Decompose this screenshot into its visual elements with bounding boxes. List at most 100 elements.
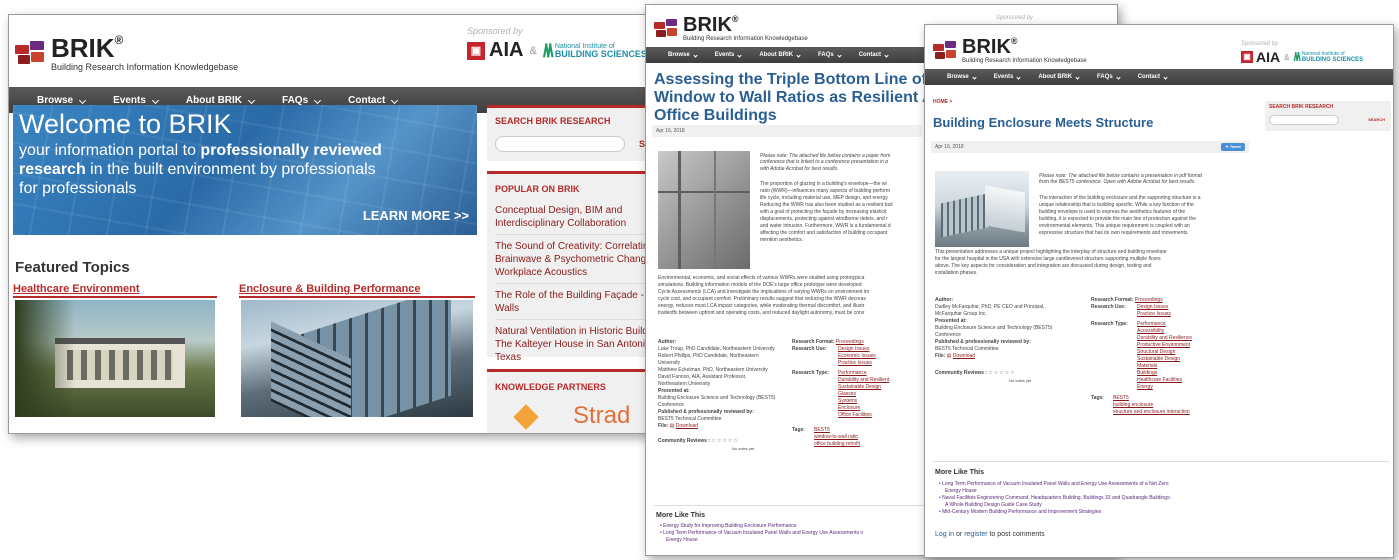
type-link[interactable]: Performance: [838, 370, 889, 377]
login-link[interactable]: Log in: [935, 531, 954, 538]
hero-banner[interactable]: Welcome to BRIK your information portal …: [13, 105, 477, 235]
twitter-bird-icon: ✦: [1225, 144, 1229, 149]
topic-enclosure[interactable]: Enclosure & Building Performance: [239, 283, 421, 295]
nav-faqs[interactable]: FAQs: [818, 52, 842, 58]
popular-item[interactable]: Conceptual Design, BIM and Interdisciplin…: [495, 204, 654, 235]
nav-faqs[interactable]: FAQs: [1097, 74, 1121, 80]
breadcrumb[interactable]: HOME >: [933, 99, 952, 105]
type-link[interactable]: Office Facilities: [838, 412, 889, 419]
tag-link[interactable]: BEST5: [1113, 395, 1190, 402]
more-item[interactable]: • Energy Study for Improving Building En…: [660, 523, 863, 530]
sponsor-logos[interactable]: ▣ AIA & /\/\ National Institute of BUILDI…: [1241, 49, 1363, 65]
more-item[interactable]: • Mid-Century Modern Building Performanc…: [939, 509, 1171, 516]
more-item[interactable]: • Long Term Performance of Vacuum Insula…: [939, 481, 1171, 488]
nav-about[interactable]: About BRIK: [186, 95, 256, 106]
star-rating-icon[interactable]: ☆☆☆☆☆: [988, 370, 1015, 376]
more-item[interactable]: • Long Term Performance of Vacuum Insula…: [660, 530, 863, 537]
type-link[interactable]: Accessibility: [1137, 328, 1192, 335]
more-item-cont[interactable]: A Whole Building Design Guide Case Study: [939, 502, 1171, 509]
tag-link[interactable]: structure and enclosure interaction: [1113, 409, 1190, 416]
nav-contact[interactable]: Contact: [1138, 74, 1168, 80]
tweet-button[interactable]: ✦ Tweet: [1221, 143, 1245, 151]
learn-more-button[interactable]: LEARN MORE >>: [363, 208, 469, 223]
type-link[interactable]: Productive Environment: [1137, 342, 1192, 349]
topic-healthcare[interactable]: Healthcare Environment: [13, 283, 140, 295]
nav-browse[interactable]: Browse: [37, 95, 87, 106]
nav-events[interactable]: Events: [994, 74, 1021, 80]
format-link[interactable]: Proceedings: [1135, 297, 1163, 303]
search-input[interactable]: [495, 136, 625, 152]
type-link[interactable]: Energy: [1137, 384, 1192, 391]
enclosure-photo[interactable]: [241, 300, 473, 417]
chevron-down-icon: [247, 96, 256, 104]
popular-item[interactable]: The Sound of Creativity: Correlatin Brain…: [495, 240, 654, 284]
sponsor-label: Sponsored by: [467, 26, 523, 36]
chevron-down-icon: [79, 96, 87, 104]
type-link[interactable]: Healthcare Facilities: [1137, 377, 1192, 384]
type-link[interactable]: Glasses: [838, 391, 889, 398]
brik-logo[interactable]: BRIK® Building Research Information Know…: [15, 35, 238, 72]
featured-topics-title: Featured Topics: [15, 259, 130, 276]
type-link[interactable]: Buildings: [1137, 370, 1192, 377]
type-link[interactable]: Sustainable Design: [1137, 356, 1192, 363]
nav-faqs[interactable]: FAQs: [282, 95, 322, 106]
article-photo[interactable]: [658, 151, 750, 269]
healthcare-photo[interactable]: [15, 300, 215, 417]
brik-logo[interactable]: BRIK® Building Research Information Know…: [933, 37, 1087, 64]
search-button[interactable]: SEARCH: [1368, 117, 1385, 122]
download-link[interactable]: Download: [953, 353, 975, 359]
nav-contact[interactable]: Contact: [348, 95, 399, 106]
star-rating-icon[interactable]: ☆☆☆☆☆: [711, 438, 738, 444]
more-item-cont[interactable]: Energy House: [660, 537, 863, 544]
chevron-down-icon: [796, 52, 801, 58]
article-photo[interactable]: [935, 171, 1029, 247]
register-link[interactable]: register: [964, 531, 987, 538]
more-item-cont[interactable]: Energy House: [939, 488, 1171, 495]
use-link[interactable]: Design Issues: [838, 346, 876, 353]
nav-events[interactable]: Events: [113, 95, 159, 106]
tag-link[interactable]: window-to-wall ratio: [814, 434, 860, 441]
download-link[interactable]: Download: [676, 423, 698, 429]
nav-browse[interactable]: Browse: [947, 74, 977, 80]
nibs-logo-icon: /\/\: [1293, 50, 1300, 64]
nav-contact[interactable]: Contact: [859, 52, 889, 58]
reviewed-label: Published & professionally reviewed by:: [658, 409, 754, 415]
use-link[interactable]: Design Issues: [1137, 304, 1171, 311]
brik-logo[interactable]: BRIK® Building Research Information Know…: [654, 15, 808, 42]
format-link[interactable]: Proceedings: [836, 339, 864, 345]
search-input[interactable]: [1269, 115, 1339, 125]
tag-link[interactable]: BEST5: [814, 427, 860, 434]
nav-about[interactable]: About BRIK: [759, 52, 801, 58]
nav-about[interactable]: About BRIK: [1038, 74, 1080, 80]
more-like-this-title: More Like This: [935, 469, 985, 476]
nibs-logo: /\/\ National Institute of BUILDING SCIEN…: [1293, 51, 1363, 63]
tag-link[interactable]: office building retrofit: [814, 441, 860, 448]
type-link[interactable]: Durability and Resilience: [1137, 335, 1192, 342]
nav-events[interactable]: Events: [715, 52, 742, 58]
chevron-down-icon: [1075, 74, 1080, 80]
tag-link[interactable]: building enclosure: [1113, 402, 1190, 409]
type-link[interactable]: Systems: [838, 398, 889, 405]
type-link[interactable]: Structural Design: [1137, 349, 1192, 356]
use-link[interactable]: Economic Issues: [838, 353, 876, 360]
type-link[interactable]: Sustainable Design: [838, 384, 889, 391]
popular-item[interactable]: The Role of the Building Façade - C Walls: [495, 289, 654, 320]
type-link[interactable]: Performance: [1137, 321, 1192, 328]
brand-tagline: Building Research Information Knowledgeb…: [962, 58, 1087, 64]
popular-item[interactable]: Natural Ventilation in Historic Build The…: [495, 325, 654, 364]
use-link[interactable]: Practice Issues: [838, 360, 876, 367]
sponsor-logos[interactable]: ▣ AIA & /\/\ National Institute of BUILDI…: [467, 39, 647, 62]
site-header: BRIK® Building Research Information Know…: [9, 15, 687, 87]
type-link[interactable]: Enclosure: [838, 405, 889, 412]
type-link[interactable]: Durability and Resilient: [838, 377, 889, 384]
type-link[interactable]: Materials: [1137, 363, 1192, 370]
nav-browse[interactable]: Browse: [668, 52, 698, 58]
sponsor-amp: &: [529, 44, 537, 57]
brand-name: BRIK: [51, 33, 115, 63]
search-panel: SEARCH BRIK RESEARCH SEARCH: [1265, 101, 1391, 131]
presented-label: Presented at:: [658, 388, 690, 394]
more-item[interactable]: • Naval Facilities Engineering Command, …: [939, 495, 1171, 502]
partner-name[interactable]: Strad: [573, 402, 630, 430]
use-link[interactable]: Practice Issues: [1137, 311, 1171, 318]
brick-logo-icon: [933, 40, 957, 61]
